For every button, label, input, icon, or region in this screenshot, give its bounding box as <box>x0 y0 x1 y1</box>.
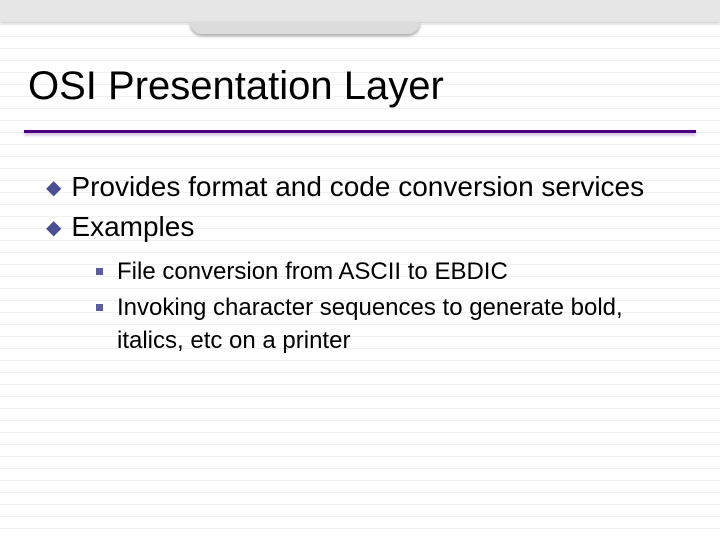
sub-bullet-item: File conversion from ASCII to EBDIC <box>96 255 686 289</box>
diamond-bullet-icon: ◆ <box>46 215 61 242</box>
slide-title: OSI Presentation Layer <box>28 64 692 108</box>
diamond-bullet-icon: ◆ <box>46 175 61 202</box>
header-tab <box>190 22 420 34</box>
bullet-item: ◆ Provides format and code conversion se… <box>46 168 686 206</box>
bullet-text: Provides format and code conversion serv… <box>71 168 686 206</box>
bullet-item: ◆ Examples <box>46 208 686 246</box>
sub-bullet-text: File conversion from ASCII to EBDIC <box>117 255 686 289</box>
square-bullet-icon <box>96 304 103 311</box>
sub-bullet-text: Invoking character sequences to generate… <box>117 291 686 358</box>
square-bullet-icon <box>96 268 103 275</box>
title-underline <box>24 130 696 133</box>
sub-bullet-list: File conversion from ASCII to EBDIC Invo… <box>96 255 686 358</box>
sub-bullet-item: Invoking character sequences to generate… <box>96 291 686 358</box>
slide-body: ◆ Provides format and code conversion se… <box>46 168 686 360</box>
slide: OSI Presentation Layer ◆ Provides format… <box>0 0 720 540</box>
bullet-text: Examples <box>71 208 686 246</box>
header-band <box>0 0 720 22</box>
